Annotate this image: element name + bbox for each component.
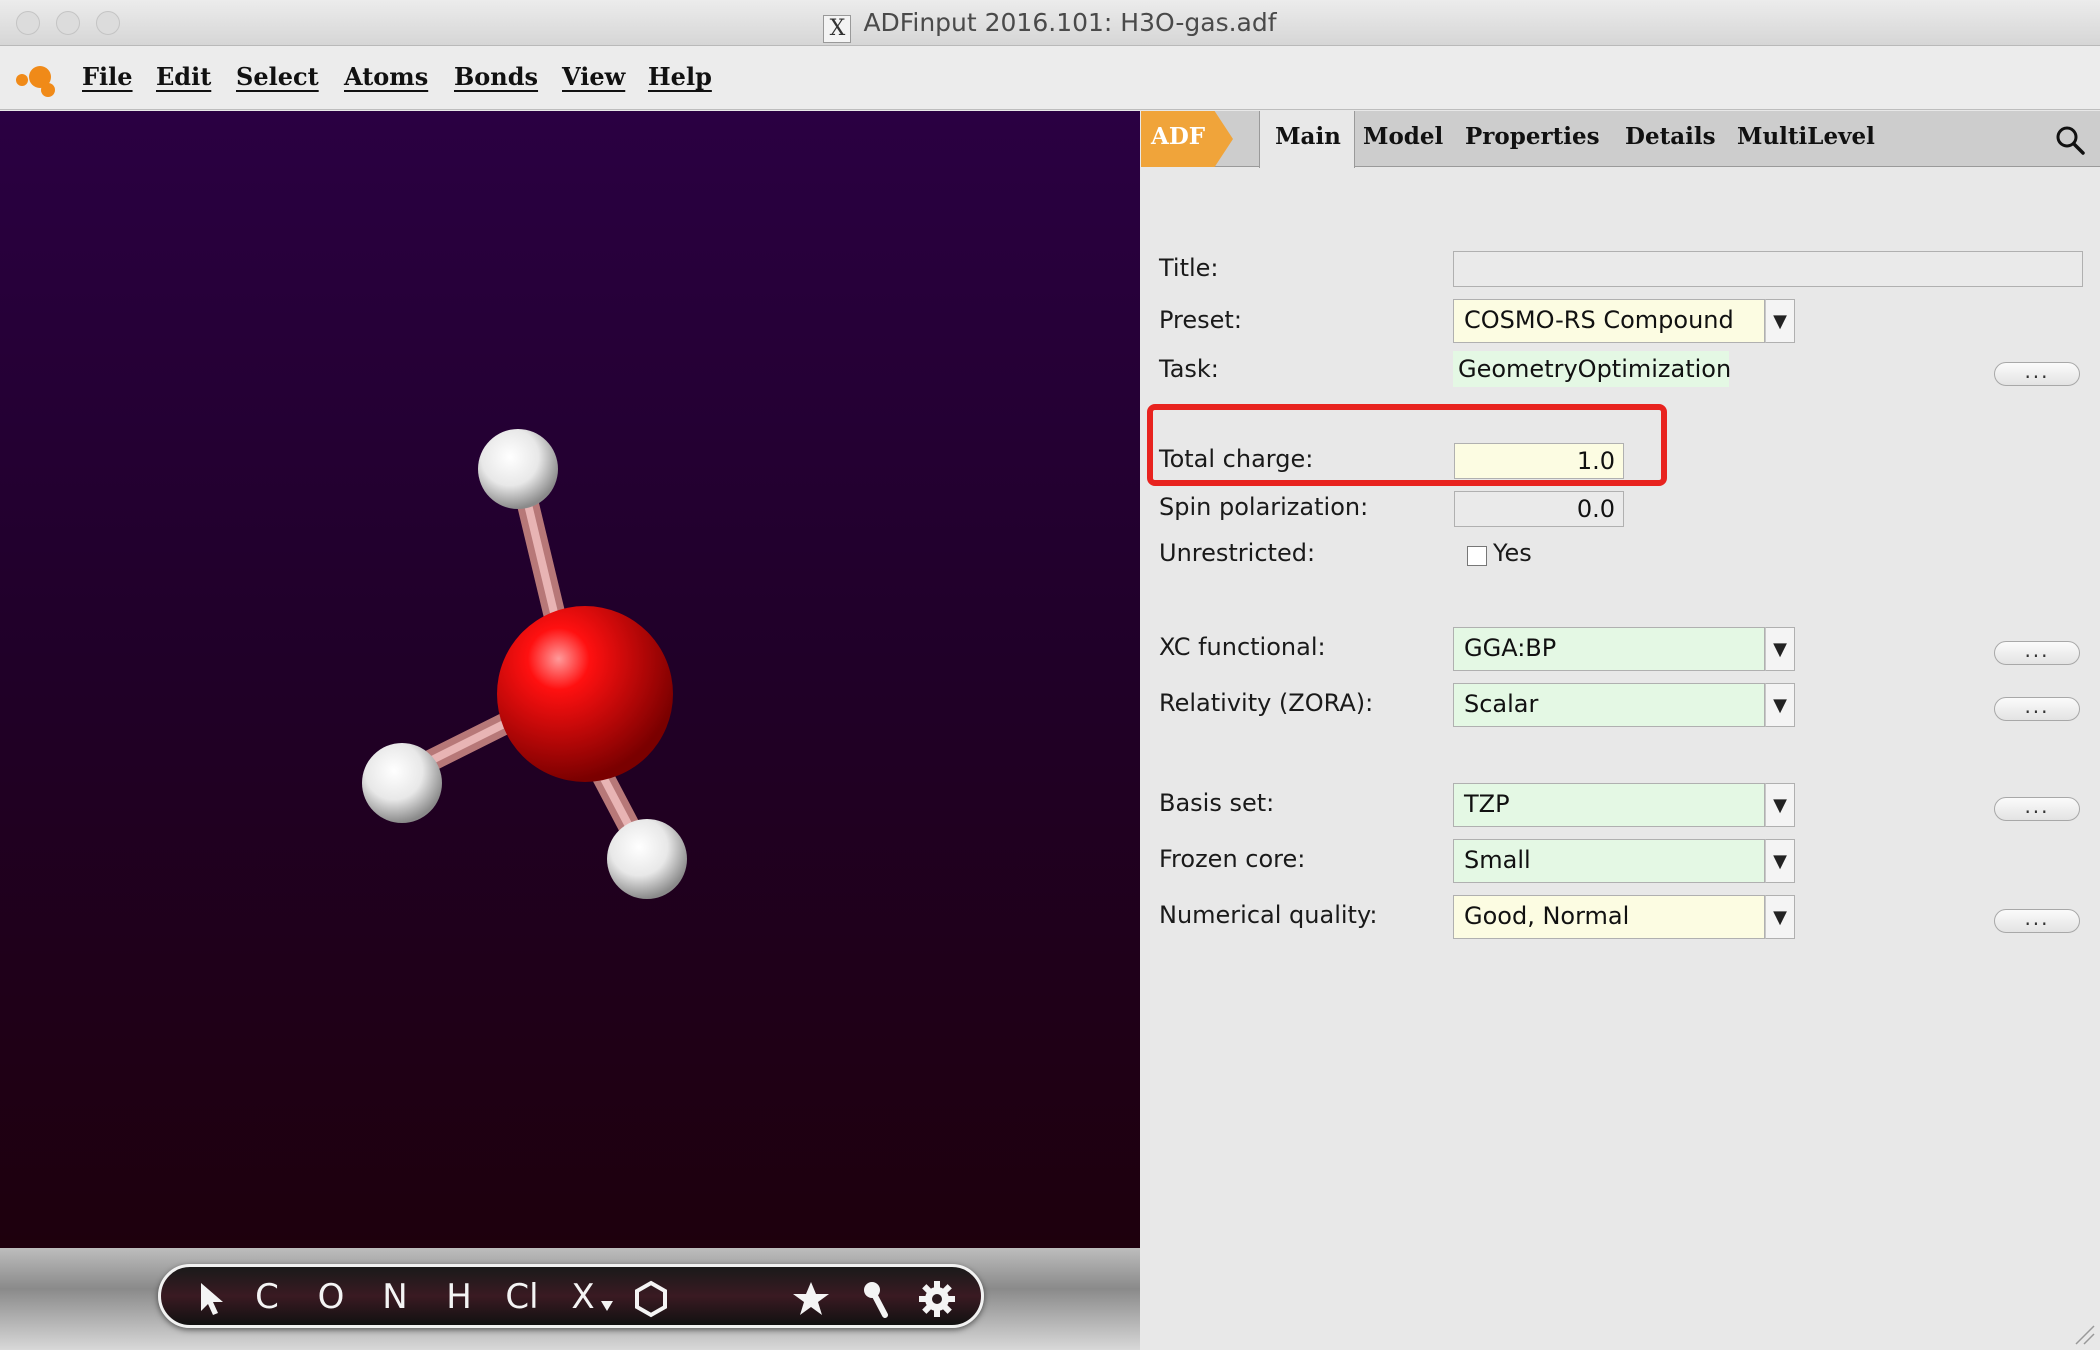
atom-toolbar: C O N H Cl X bbox=[158, 1264, 984, 1328]
relativity-dropdown-button[interactable]: ▼ bbox=[1765, 683, 1795, 727]
molecule-viewport[interactable] bbox=[0, 111, 1140, 1350]
numerical-quality-select[interactable]: Good, Normal bbox=[1453, 895, 1765, 939]
chevron-down-icon bbox=[601, 1301, 613, 1311]
menu-atoms[interactable]: Atoms bbox=[344, 62, 428, 91]
resize-grip-icon[interactable] bbox=[2072, 1322, 2096, 1346]
hydrogen-atom[interactable] bbox=[478, 429, 558, 509]
basis-set-more-button[interactable]: ... bbox=[1994, 796, 2080, 821]
numerical-quality-label: Numerical quality: bbox=[1159, 901, 1378, 929]
menu-view[interactable]: View bbox=[562, 62, 625, 91]
xc-functional-dropdown-button[interactable]: ▼ bbox=[1765, 627, 1795, 671]
frozen-core-select[interactable]: Small bbox=[1453, 839, 1765, 883]
task-value[interactable]: GeometryOptimization bbox=[1453, 351, 1731, 387]
tool-other-element[interactable]: X bbox=[563, 1275, 603, 1319]
menu-select[interactable]: Select bbox=[236, 62, 319, 91]
tab-model[interactable]: Model bbox=[1363, 123, 1443, 150]
ring-structure-icon[interactable] bbox=[633, 1279, 669, 1319]
relativity-label: Relativity (ZORA): bbox=[1159, 689, 1374, 717]
frozen-core-dropdown-button[interactable]: ▼ bbox=[1765, 839, 1795, 883]
basis-set-dropdown-button[interactable]: ▼ bbox=[1765, 783, 1795, 827]
title-input[interactable] bbox=[1453, 251, 2083, 287]
relativity-select[interactable]: Scalar bbox=[1453, 683, 1765, 727]
wrench-icon[interactable] bbox=[861, 1279, 891, 1319]
tab-main[interactable]: Main bbox=[1263, 123, 1353, 150]
menu-file[interactable]: File bbox=[82, 62, 133, 91]
basis-set-label: Basis set: bbox=[1159, 789, 1275, 817]
basis-set-select[interactable]: TZP bbox=[1453, 783, 1765, 827]
menu-help[interactable]: Help bbox=[648, 62, 712, 91]
spin-polarization-label: Spin polarization: bbox=[1159, 493, 1369, 521]
unrestricted-label: Unrestricted: bbox=[1159, 539, 1316, 567]
select-arrow-icon[interactable] bbox=[197, 1281, 227, 1317]
task-more-button[interactable]: ... bbox=[1994, 361, 2080, 386]
xc-functional-select[interactable]: GGA:BP bbox=[1453, 627, 1765, 671]
menu-bar: File Edit Select Atoms Bonds View Help bbox=[0, 46, 2100, 110]
numerical-quality-dropdown-button[interactable]: ▼ bbox=[1765, 895, 1795, 939]
tab-adf[interactable]: ADF bbox=[1141, 111, 1233, 167]
tab-properties[interactable]: Properties bbox=[1465, 123, 1600, 150]
tab-details[interactable]: Details bbox=[1625, 123, 1716, 150]
search-icon[interactable] bbox=[2055, 125, 2085, 155]
title-label: Title: bbox=[1159, 254, 1219, 282]
frozen-core-label: Frozen core: bbox=[1159, 845, 1306, 873]
hydrogen-atom[interactable] bbox=[607, 819, 687, 899]
molecule-model[interactable] bbox=[0, 111, 1140, 1248]
tool-hydrogen[interactable]: H bbox=[439, 1275, 479, 1319]
window-title: ADFinput 2016.101: H3O-gas.adf bbox=[863, 8, 1277, 37]
unrestricted-option-label: Yes bbox=[1493, 539, 1532, 567]
preset-select[interactable]: COSMO-RS Compound bbox=[1453, 299, 1765, 343]
unrestricted-checkbox[interactable] bbox=[1467, 546, 1487, 566]
tool-chlorine[interactable]: Cl bbox=[497, 1275, 547, 1319]
window-titlebar: X ADFinput 2016.101: H3O-gas.adf bbox=[0, 0, 2100, 46]
task-label: Task: bbox=[1159, 355, 1219, 383]
settings-panel: ADF Main Model Properties Details MultiL… bbox=[1141, 111, 2100, 1350]
gear-icon[interactable] bbox=[917, 1279, 957, 1319]
spin-polarization-input[interactable]: 0.0 bbox=[1454, 491, 1624, 527]
numerical-quality-more-button[interactable]: ... bbox=[1994, 908, 2080, 933]
total-charge-highlight bbox=[1147, 404, 1667, 486]
preset-dropdown-button[interactable]: ▼ bbox=[1765, 299, 1795, 343]
oxygen-atom[interactable] bbox=[497, 606, 673, 782]
adf-logo-icon bbox=[16, 66, 55, 97]
menu-edit[interactable]: Edit bbox=[156, 62, 211, 91]
tab-bar: ADF Main Model Properties Details MultiL… bbox=[1141, 111, 2100, 168]
tool-oxygen[interactable]: O bbox=[311, 1275, 351, 1319]
x11-icon: X bbox=[823, 15, 852, 43]
star-icon[interactable] bbox=[791, 1279, 831, 1319]
hydrogen-atom[interactable] bbox=[362, 743, 442, 823]
xc-functional-label: XC functional: bbox=[1159, 633, 1326, 661]
tool-nitrogen[interactable]: N bbox=[375, 1275, 415, 1319]
tab-multilevel[interactable]: MultiLevel bbox=[1737, 123, 1875, 150]
menu-bonds[interactable]: Bonds bbox=[454, 62, 538, 91]
relativity-more-button[interactable]: ... bbox=[1994, 696, 2080, 721]
tool-carbon[interactable]: C bbox=[247, 1275, 287, 1319]
preset-label: Preset: bbox=[1159, 306, 1242, 334]
xc-functional-more-button[interactable]: ... bbox=[1994, 640, 2080, 665]
